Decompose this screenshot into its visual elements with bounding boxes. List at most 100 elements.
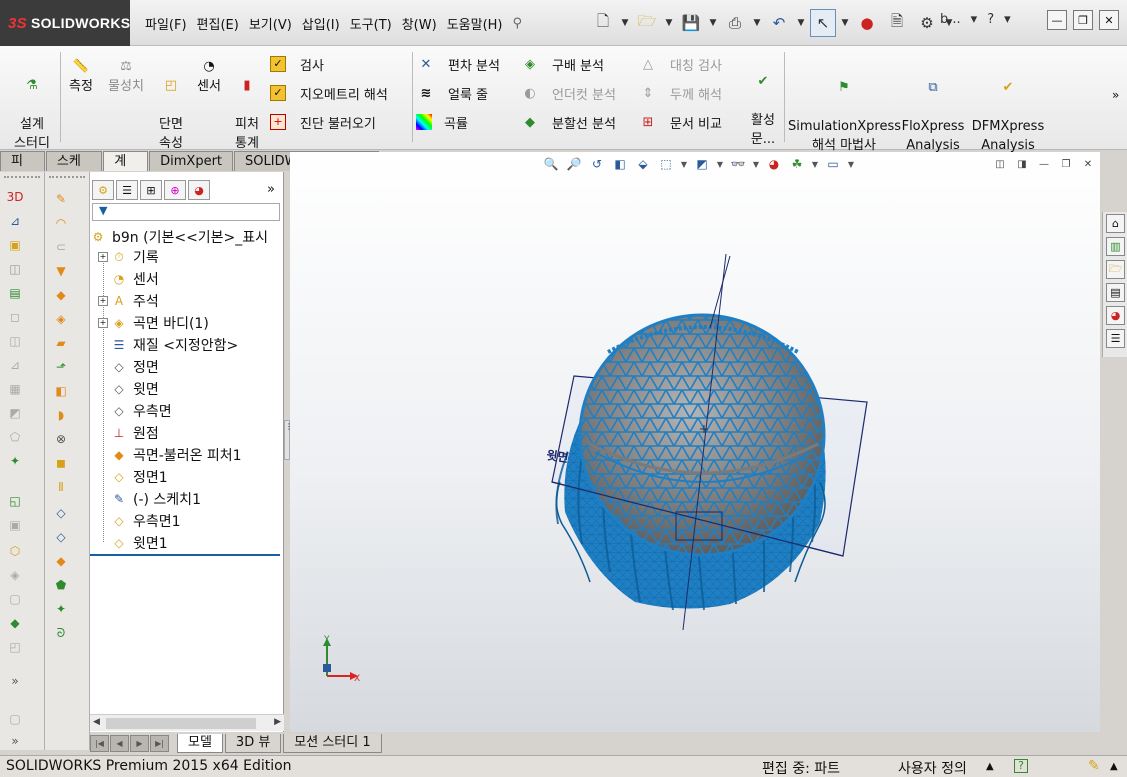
- dimxpert-manager-tab-icon[interactable]: ⊕: [164, 180, 186, 200]
- user-account[interactable]: b...: [940, 12, 961, 27]
- tab-dimxpert[interactable]: DimXpert: [149, 151, 234, 171]
- draft-analysis-button[interactable]: ◈ 구배 분석: [520, 52, 604, 76]
- collapse-icon[interactable]: »: [6, 732, 24, 750]
- thicken-icon[interactable]: ◆: [6, 614, 24, 632]
- units-dropdown-icon[interactable]: ▲: [986, 761, 994, 772]
- open-folder-icon[interactable]: 🗁: [634, 9, 660, 37]
- reference-geometry-icon[interactable]: ✦: [6, 452, 24, 470]
- menu-edit[interactable]: 편집(E): [192, 14, 244, 33]
- rib-icon[interactable]: ▦: [6, 380, 24, 398]
- next-tab-icon[interactable]: ▶: [130, 734, 149, 752]
- new-document-icon[interactable]: 🗋: [590, 9, 616, 37]
- import-diagnostics-button[interactable]: + 진단 불러오기: [268, 110, 376, 134]
- menu-window[interactable]: 창(W): [397, 14, 442, 33]
- chevron-down-icon[interactable]: ▼: [620, 9, 630, 37]
- more-tabs-icon[interactable]: »: [267, 182, 275, 197]
- geometry-analysis-button[interactable]: ✓ 지오메트리 해석: [268, 81, 388, 105]
- shell-icon[interactable]: ⊿: [6, 356, 24, 374]
- feature-manager-tab-icon[interactable]: ⚙: [92, 180, 114, 200]
- tree-item[interactable]: ◇ 정면: [98, 356, 158, 378]
- print-icon[interactable]: ⎙: [722, 9, 748, 37]
- loft-icon[interactable]: ◻: [6, 308, 24, 326]
- tree-filter-input[interactable]: ▼: [92, 203, 280, 221]
- parting-line-analysis-button[interactable]: ◆ 분할선 분석: [520, 110, 616, 134]
- offset-surface-icon[interactable]: ◈: [6, 566, 24, 584]
- feature-statistics-button[interactable]: ▮ 피처 통계: [228, 58, 266, 153]
- design-library-icon[interactable]: ▥: [1106, 237, 1125, 256]
- simulation-xpress-button[interactable]: ⚑ SimulationXpress 해석 마법사: [788, 60, 901, 155]
- dimension-icon[interactable]: ⊿: [6, 212, 24, 230]
- help-status-icon[interactable]: ?: [1014, 759, 1028, 773]
- scroll-thumb[interactable]: [106, 718, 256, 729]
- tab-evaluate[interactable]: 계산: [103, 151, 149, 188]
- sphere-mesh[interactable]: [578, 313, 826, 557]
- measure-button[interactable]: 📏 측정: [64, 58, 98, 96]
- trim-surface-icon[interactable]: ◰: [6, 638, 24, 656]
- graphics-viewport[interactable]: 🔍 🔎 ↺ ◧ ⬙ ⬚ ▼ ◩ ▼ 👓 ▼ ◕ ☘ ▼ ▭ ▼ ◫ ◨ — ❐ …: [290, 152, 1100, 732]
- split-icon[interactable]: ▰: [52, 334, 70, 352]
- mate-reference-icon[interactable]: ✦: [52, 600, 70, 618]
- cube-icon[interactable]: ▢: [6, 710, 24, 728]
- units-selector[interactable]: 사용자 정의: [898, 758, 967, 777]
- menu-help[interactable]: 도움말(H): [442, 14, 508, 33]
- select-pointer-icon[interactable]: ↖: [810, 9, 836, 37]
- sweep-icon[interactable]: ▤: [6, 284, 24, 302]
- pattern-icon[interactable]: ◆: [52, 286, 70, 304]
- view-palette-icon[interactable]: ▤: [1106, 283, 1125, 302]
- compare-documents-button[interactable]: ⊞ 문서 비교: [638, 110, 722, 134]
- tree-item[interactable]: + ◈ 곡면 바디(1): [98, 312, 209, 334]
- tree-item[interactable]: ◇ 우측면1: [98, 510, 180, 532]
- chamfer-icon[interactable]: ⊂: [52, 238, 70, 256]
- resources-home-icon[interactable]: ⌂: [1106, 214, 1125, 233]
- sensor-button[interactable]: ◔ 센서: [192, 58, 226, 96]
- check-button[interactable]: ✓ 검사: [268, 52, 324, 76]
- zebra-stripes-button[interactable]: ≋ 얼룩 줄: [416, 81, 488, 105]
- help-icon[interactable]: ?: [987, 12, 994, 27]
- curves-icon[interactable]: ◱: [6, 492, 24, 510]
- dropdown-icon[interactable]: ▾: [971, 12, 978, 27]
- undercut-analysis-button[interactable]: ◐ 언더컷 분석: [520, 81, 616, 105]
- mass-properties-button[interactable]: ⚖ 물성치: [104, 58, 148, 96]
- display-manager-tab-icon[interactable]: ◕: [188, 180, 210, 200]
- tree-item[interactable]: ☰ 재질 <지정안함>: [98, 334, 239, 356]
- chevron-down-icon[interactable]: ▼: [708, 9, 718, 37]
- hole-icon[interactable]: ▼: [52, 262, 70, 280]
- tab-model[interactable]: 모델: [177, 733, 223, 753]
- wrap-icon[interactable]: ⬠: [6, 428, 24, 446]
- combine-icon[interactable]: ◧: [52, 382, 70, 400]
- tree-item[interactable]: ◆ 곡면-불러온 피처1: [98, 444, 241, 466]
- mirror-icon[interactable]: ◈: [52, 310, 70, 328]
- expand-toolbar-icon[interactable]: »: [6, 672, 24, 690]
- extrude-icon[interactable]: ▣: [6, 236, 24, 254]
- expand-icon[interactable]: +: [98, 296, 108, 306]
- boundary-icon[interactable]: ◫: [6, 332, 24, 350]
- pin-icon[interactable]: ⚲: [508, 16, 528, 31]
- chevron-down-icon[interactable]: ▼: [840, 9, 850, 37]
- pin-icon[interactable]: ✎: [1088, 758, 1100, 774]
- tree-item[interactable]: ◇ 윗면: [98, 378, 158, 400]
- undo-icon[interactable]: ↶: [766, 9, 792, 37]
- expand-icon[interactable]: +: [98, 318, 108, 328]
- chevron-down-icon[interactable]: ▼: [796, 9, 806, 37]
- coordinate-system-icon[interactable]: ⬟: [52, 576, 70, 594]
- tree-item[interactable]: + ⏱ 기록: [98, 246, 159, 268]
- draft-icon[interactable]: ◩: [6, 404, 24, 422]
- rebuild-traffic-light-icon[interactable]: ●: [854, 9, 880, 37]
- chevron-down-icon[interactable]: ▼: [752, 9, 762, 37]
- restore-icon[interactable]: ❐: [1073, 10, 1093, 30]
- rollback-bar[interactable]: [90, 554, 280, 556]
- horizontal-scrollbar[interactable]: ◀ ▶: [90, 714, 284, 731]
- 3d-sketch-icon[interactable]: 3D: [6, 188, 24, 206]
- file-properties-icon[interactable]: 🗎: [884, 9, 910, 37]
- thickness-analysis-button[interactable]: ⇕ 두께 해석: [638, 81, 722, 105]
- fillet-icon[interactable]: ◠: [52, 214, 70, 232]
- point-icon[interactable]: ◆: [52, 552, 70, 570]
- tree-root[interactable]: ⚙ b9n (기본<<기본>_표시: [90, 226, 268, 248]
- tab-motion-study[interactable]: 모션 스터디 1: [283, 733, 382, 753]
- flex-icon[interactable]: Ⅱ: [52, 478, 70, 496]
- section-properties-button[interactable]: ◰ 단면 속성: [152, 58, 190, 153]
- instant3d-icon[interactable]: ▣: [6, 516, 24, 534]
- tree-item[interactable]: ◔ 센서: [98, 268, 159, 290]
- file-explorer-icon[interactable]: 🗁: [1106, 260, 1125, 279]
- chevron-down-icon[interactable]: ▼: [664, 9, 674, 37]
